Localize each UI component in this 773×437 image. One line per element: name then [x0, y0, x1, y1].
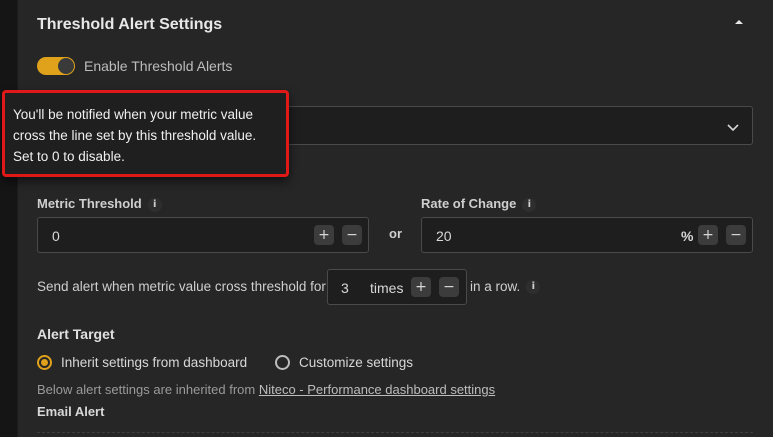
tooltip-line: You'll be notified when your metric valu… [13, 107, 253, 122]
toggle-knob [58, 58, 74, 74]
rate-of-change-label-text: Rate of Change [421, 196, 517, 211]
email-alert-title: Email Alert [37, 404, 105, 419]
panel-title: Threshold Alert Settings [37, 16, 223, 33]
alert-rule-prefix: Send alert when metric value cross thres… [37, 279, 326, 294]
percent-unit: % [681, 228, 694, 244]
chevron-down-icon [726, 120, 740, 138]
metric-threshold-increment-button[interactable]: + [314, 225, 334, 245]
or-separator: or [389, 226, 402, 241]
info-icon[interactable]: i [147, 197, 162, 212]
alert-times-value: 3 [341, 280, 349, 296]
divider [37, 432, 753, 433]
chevron-up-icon[interactable] [733, 16, 745, 28]
alert-times-unit: times [370, 280, 404, 296]
radio-inherit-settings[interactable] [37, 355, 52, 370]
inherit-note: Below alert settings are inherited from … [37, 382, 495, 397]
rate-of-change-value: 20 [436, 228, 452, 244]
radio-customize-label[interactable]: Customize settings [299, 355, 413, 370]
alert-times-decrement-button[interactable]: − [439, 277, 459, 297]
metric-threshold-input[interactable]: 0 + − [37, 217, 369, 253]
info-icon[interactable]: i [522, 197, 537, 212]
tooltip-line: cross the line set by this threshold val… [13, 128, 257, 143]
radio-inherit-label[interactable]: Inherit settings from dashboard [61, 355, 247, 370]
alert-rule-suffix: in a row. i [470, 279, 541, 295]
alert-target-title: Alert Target [37, 326, 115, 342]
tooltip-line: Set to 0 to disable. [13, 149, 125, 164]
alert-rule-suffix-text: in a row. [470, 279, 521, 294]
threshold-tooltip: You'll be notified when your metric valu… [2, 90, 289, 177]
alert-times-increment-button[interactable]: + [411, 277, 431, 297]
metric-threshold-label: Metric Threshold i [37, 196, 162, 212]
info-icon[interactable]: i [526, 280, 541, 295]
metric-threshold-decrement-button[interactable]: − [342, 225, 362, 245]
dashboard-settings-link[interactable]: Niteco - Performance dashboard settings [259, 382, 495, 397]
rate-of-change-decrement-button[interactable]: − [726, 225, 746, 245]
enable-alerts-label: Enable Threshold Alerts [84, 58, 233, 74]
alert-times-input[interactable]: 3 times + − [327, 269, 467, 305]
enable-alerts-toggle[interactable] [37, 57, 75, 75]
metric-threshold-value: 0 [52, 228, 60, 244]
inherit-note-text: Below alert settings are inherited from [37, 382, 256, 397]
rate-of-change-increment-button[interactable]: + [698, 225, 718, 245]
metric-threshold-label-text: Metric Threshold [37, 196, 142, 211]
rate-of-change-label: Rate of Change i [421, 196, 537, 212]
rate-of-change-input[interactable]: 20 % + − [421, 217, 753, 253]
radio-customize-settings[interactable] [275, 355, 290, 370]
